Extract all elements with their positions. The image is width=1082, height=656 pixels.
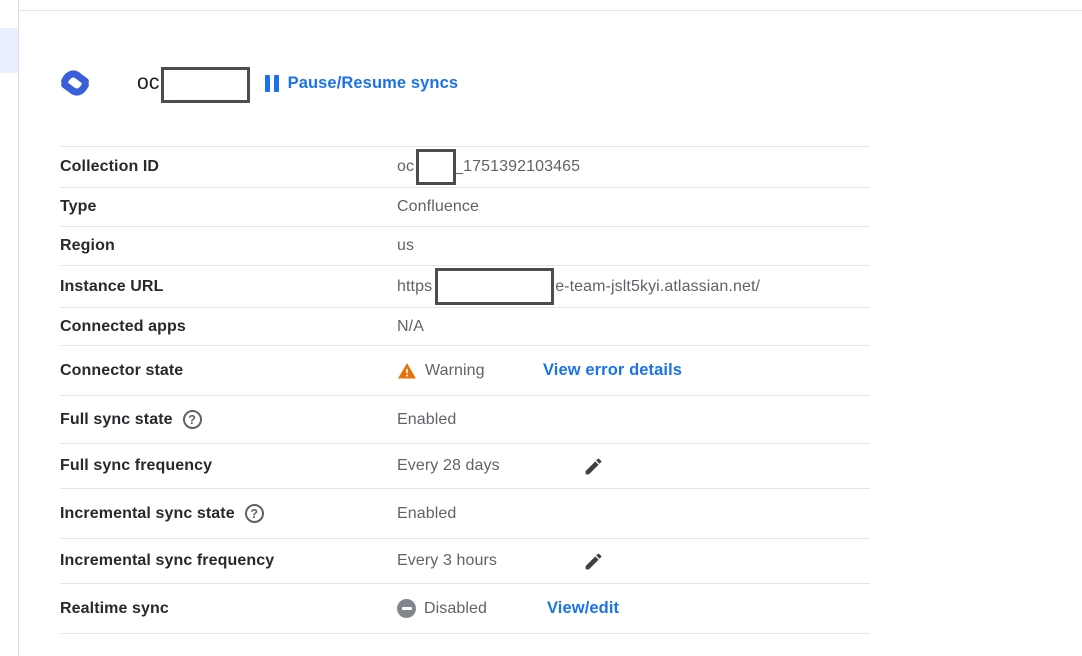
row-label: Type <box>60 198 397 216</box>
row-value: Every 28 days <box>397 456 870 477</box>
row-label-text: Full sync state <box>60 411 173 429</box>
row-label: Region <box>60 237 397 255</box>
pause-resume-label: Pause/Resume syncs <box>288 74 459 93</box>
collection-id-redaction-box <box>416 149 456 185</box>
instance-url-redaction-box <box>435 268 554 305</box>
table-row-realtime-sync: Realtime sync Disabled View/edit <box>60 584 870 634</box>
sidebar-selected-item-edge[interactable] <box>0 28 18 73</box>
table-row-connected-apps: Connected apps N/A <box>60 308 870 346</box>
instance-url-prefix: https <box>397 278 432 296</box>
table-row-connector-state: Connector state Warning View error detai… <box>60 346 870 396</box>
collection-id-suffix: _1751392103465 <box>454 158 580 176</box>
row-label: Connected apps <box>60 318 397 336</box>
row-label-text: Incremental sync state <box>60 505 235 523</box>
row-value: oc _1751392103465 <box>397 153 870 181</box>
frequency-value: Every 28 days <box>397 457 583 475</box>
pause-icon <box>265 75 279 92</box>
sidebar-divider <box>18 0 19 656</box>
row-value: N/A <box>397 318 870 336</box>
table-row-full-sync-state: Full sync state ? Enabled <box>60 396 870 444</box>
pause-resume-button[interactable]: Pause/Resume syncs <box>265 74 459 93</box>
row-value: Warning View error details <box>397 361 870 381</box>
connector-status-label: Warning <box>425 362 485 380</box>
row-value: Every 3 hours <box>397 551 870 572</box>
header-divider <box>19 10 1082 11</box>
help-icon[interactable]: ? <box>183 410 202 429</box>
realtime-status-label: Disabled <box>424 600 487 618</box>
row-label: Connector state <box>60 362 397 380</box>
warning-icon <box>397 361 417 381</box>
row-label: Realtime sync <box>60 600 397 618</box>
table-row-incremental-sync-frequency: Incremental sync frequency Every 3 hours <box>60 539 870 584</box>
row-value: Enabled <box>397 411 870 429</box>
confluence-logo-icon <box>60 66 90 100</box>
row-value: https e-team-jslt5kyi.atlassian.net/ <box>397 272 870 301</box>
row-label: Instance URL <box>60 278 397 296</box>
frequency-value: Every 3 hours <box>397 552 583 570</box>
row-value: Disabled View/edit <box>397 599 870 618</box>
title-redaction-box <box>161 67 250 103</box>
row-label: Full sync frequency <box>60 457 397 475</box>
connector-detail-page: oc Pause/Resume syncs Collection ID oc _… <box>0 0 1082 656</box>
row-value: Confluence <box>397 198 870 216</box>
collection-id-prefix: oc <box>397 158 414 176</box>
row-value: us <box>397 237 870 255</box>
table-row-type: Type Confluence <box>60 188 870 227</box>
table-row-instance-url: Instance URL https e-team-jslt5kyi.atlas… <box>60 266 870 308</box>
table-row-full-sync-frequency: Full sync frequency Every 28 days <box>60 444 870 489</box>
row-value: Enabled <box>397 505 870 523</box>
row-label: Incremental sync state ? <box>60 504 397 523</box>
collection-header: oc Pause/Resume syncs <box>60 60 458 106</box>
edit-full-sync-frequency-button[interactable] <box>583 456 604 477</box>
collection-title: oc <box>137 71 160 95</box>
row-label: Incremental sync frequency <box>60 552 397 570</box>
row-label: Full sync state ? <box>60 410 397 429</box>
connector-detail-table: Collection ID oc _1751392103465 Type Con… <box>60 146 870 634</box>
row-label: Collection ID <box>60 158 397 176</box>
edit-pencil-icon <box>583 456 604 477</box>
table-row-incremental-sync-state: Incremental sync state ? Enabled <box>60 489 870 539</box>
disabled-icon <box>397 599 416 618</box>
view-error-details-link[interactable]: View error details <box>543 361 682 380</box>
table-row-collection-id: Collection ID oc _1751392103465 <box>60 147 870 188</box>
help-icon[interactable]: ? <box>245 504 264 523</box>
edit-pencil-icon <box>583 551 604 572</box>
connector-status: Warning <box>397 361 543 381</box>
realtime-status: Disabled <box>397 599 547 618</box>
edit-incremental-sync-frequency-button[interactable] <box>583 551 604 572</box>
view-edit-link[interactable]: View/edit <box>547 599 619 618</box>
table-row-region: Region us <box>60 227 870 266</box>
instance-url-suffix: e-team-jslt5kyi.atlassian.net/ <box>555 278 760 296</box>
